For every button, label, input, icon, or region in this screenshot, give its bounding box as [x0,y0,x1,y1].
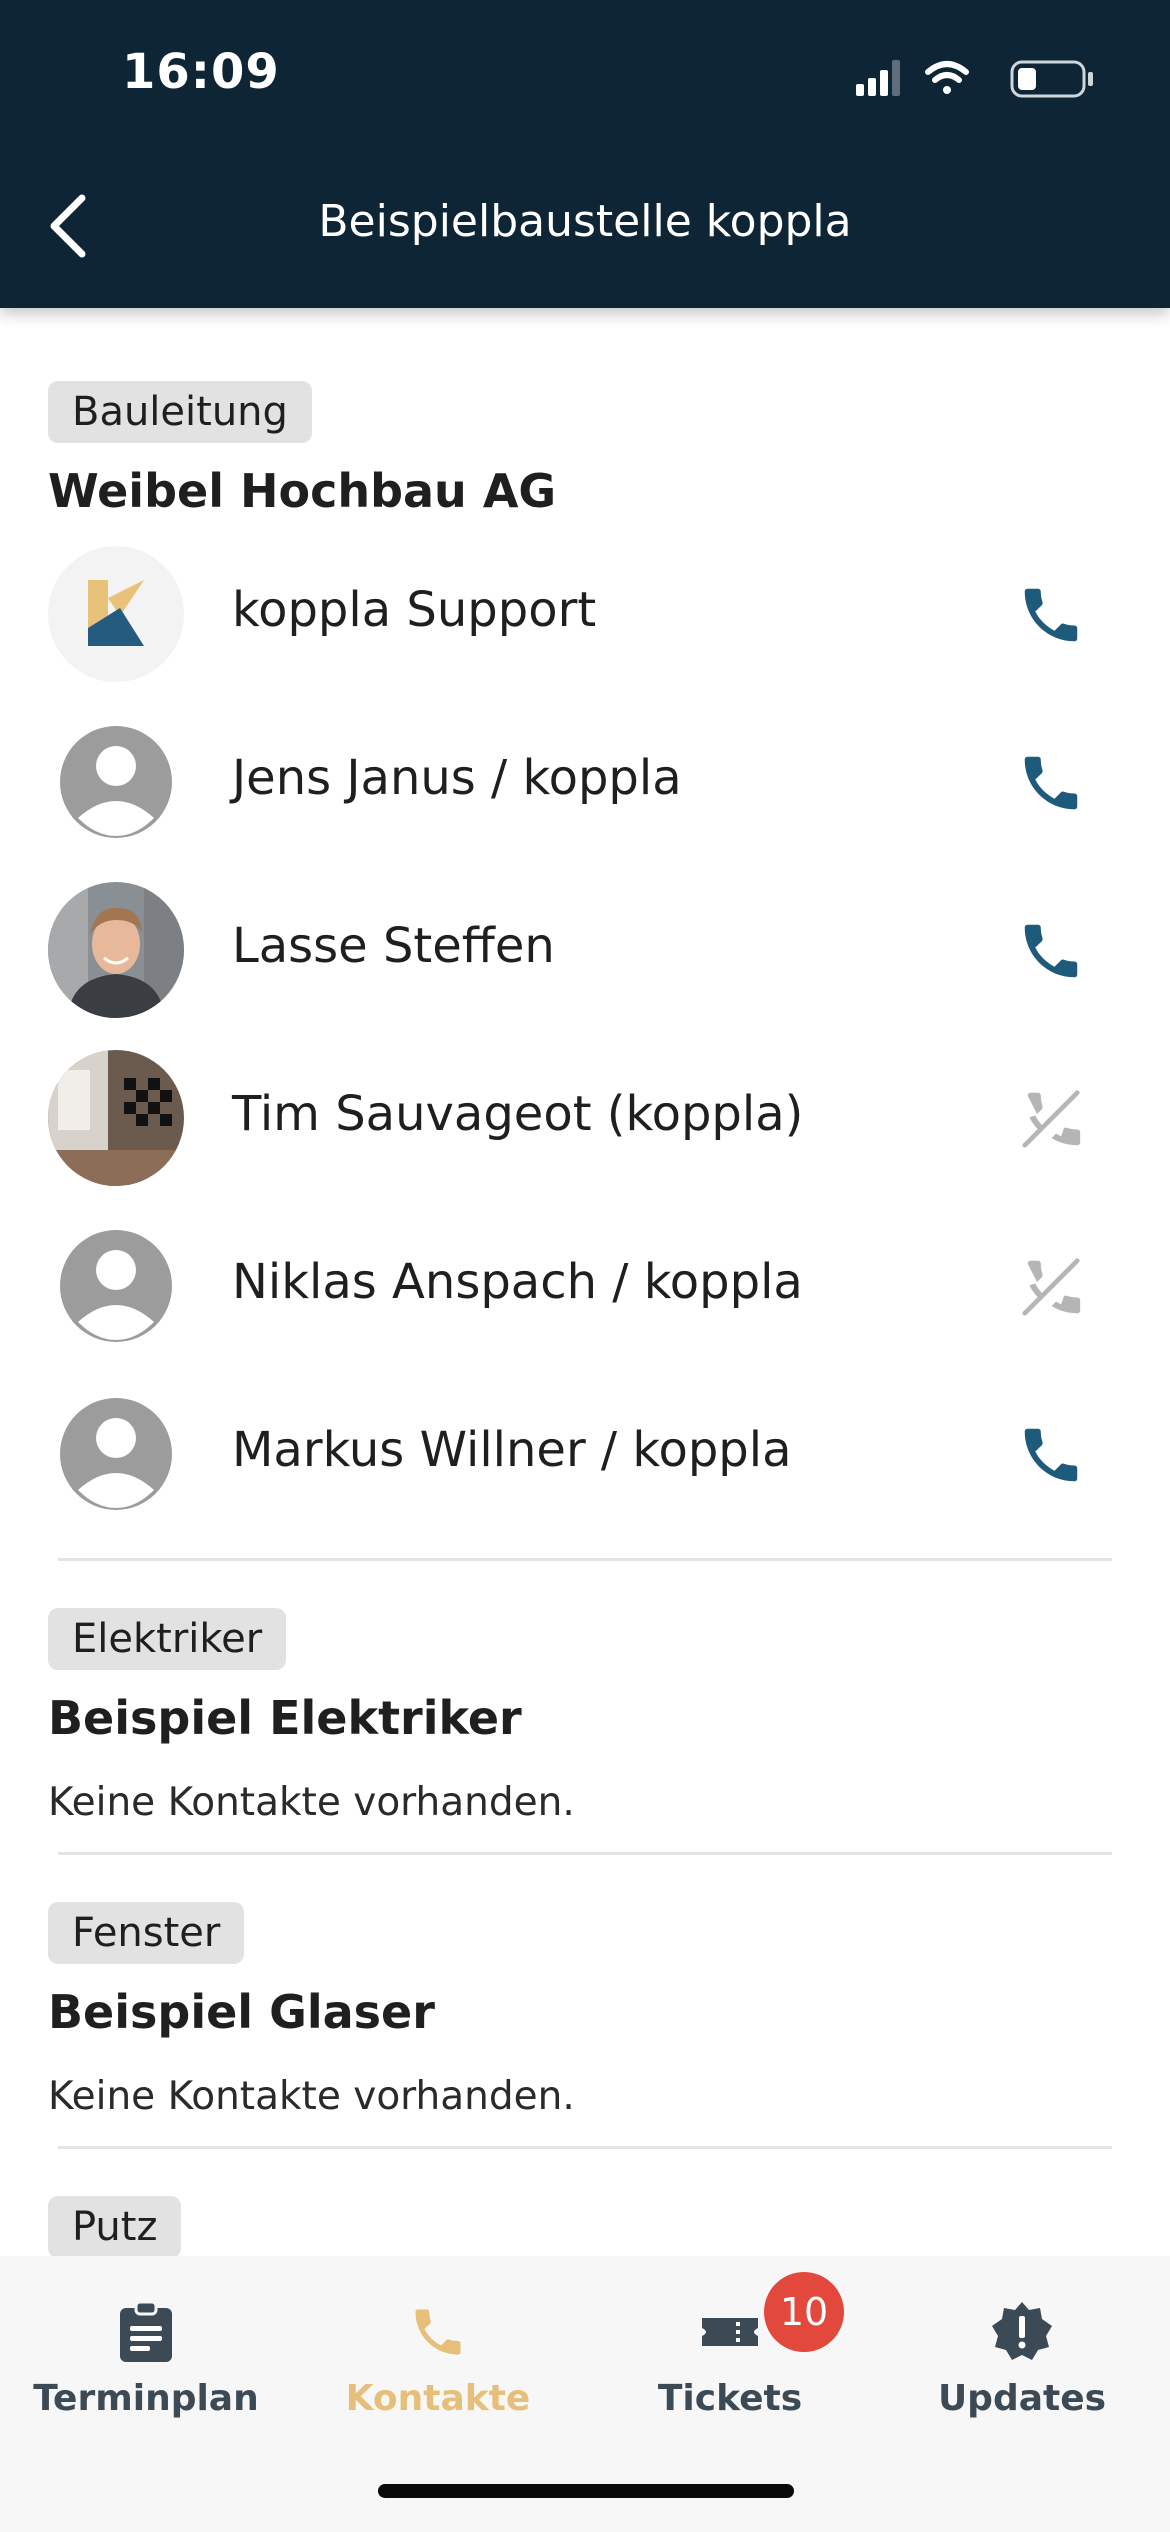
person-icon [60,1398,172,1510]
contact-row-koppla-support[interactable]: koppla Support [0,546,1170,714]
contact-row-tim-sauvageot[interactable]: Tim Sauvageot (koppla) [0,1050,1170,1218]
person-placeholder-avatar [48,714,184,850]
person-placeholder-avatar [48,1218,184,1354]
photo-avatar [48,882,184,1018]
app-header: 16:09 Beispielbaustelle koppla [0,0,1170,308]
call-button[interactable] [1016,748,1086,818]
call-button[interactable] [1016,580,1086,650]
nav-label: Updates [937,2378,1107,2419]
empty-contacts-note: Keine Kontakte vorhanden. [48,1780,575,1825]
photo-avatar [48,1050,184,1186]
nav-label: Kontakte [345,2378,531,2419]
company-name: Beispiel Glaser [48,1985,435,2039]
contact-row-markus-willner[interactable]: Markus Willner / koppla [0,1386,1170,1554]
call-disabled-button [1016,1252,1086,1322]
contacts-list[interactable]: Bauleitung Weibel Hochbau AG koppla Supp… [0,308,1170,2256]
nav-item-updates[interactable]: Updates [876,2286,1168,2436]
person-icon [60,726,172,838]
call-disabled-button [1016,1084,1086,1154]
contact-row-jens-janus[interactable]: Jens Janus / koppla [0,714,1170,882]
contact-name: Markus Willner / koppla [232,1422,792,1478]
signal-icon [856,60,900,96]
nav-label: Terminplan [33,2378,259,2419]
call-button[interactable] [1016,916,1086,986]
call-button[interactable] [1016,1420,1086,1490]
company-name: Weibel Hochbau AG [48,464,557,518]
contact-name: koppla Support [232,582,597,638]
person-placeholder-avatar [48,1386,184,1522]
page-title: Beispielbaustelle koppla [318,196,852,247]
nav-label: Tickets [657,2378,803,2419]
battery-icon [1010,60,1093,98]
divider [58,2146,1112,2149]
phone-icon [1024,588,1078,642]
wifi-icon [925,61,969,94]
divider [58,1852,1112,1855]
contact-row-niklas-anspach[interactable]: Niklas Anspach / koppla [0,1218,1170,1386]
company-name: Beispiel Elektriker [48,1691,522,1745]
phone-icon [1024,756,1078,810]
role-chip: Elektriker [48,1608,287,1670]
notification-badge: 10 [764,2272,844,2352]
divider [58,1558,1112,1561]
person-icon [60,1230,172,1342]
phone-off-icon [1022,1258,1081,1316]
status-icons [850,56,1100,100]
phone-icon [408,2300,468,2364]
nav-item-tickets[interactable]: 10 Tickets [584,2272,876,2436]
status-time: 16:09 [122,44,280,100]
home-indicator [378,2484,794,2498]
alert-badge-icon [992,2300,1052,2364]
contact-row-lasse-steffen[interactable]: Lasse Steffen [0,882,1170,1050]
ticket-icon [700,2300,760,2364]
contact-name: Jens Janus / koppla [232,750,682,806]
phone-icon [1024,924,1078,978]
clipboard-icon [116,2300,176,2364]
contact-name: Niklas Anspach / koppla [232,1254,803,1310]
contact-name: Lasse Steffen [232,918,555,974]
role-chip: Fenster [48,1902,245,1964]
role-chip: Putz [48,2196,182,2256]
empty-contacts-note: Keine Kontakte vorhanden. [48,2074,575,2119]
koppla-logo-avatar [48,546,184,682]
contact-name: Tim Sauvageot (koppla) [232,1086,804,1142]
phone-icon [1024,1428,1078,1482]
nav-item-terminplan[interactable]: Terminplan [0,2286,292,2436]
nav-item-kontakte[interactable]: Kontakte [292,2286,584,2436]
role-chip: Bauleitung [48,381,312,443]
phone-off-icon [1022,1090,1081,1148]
